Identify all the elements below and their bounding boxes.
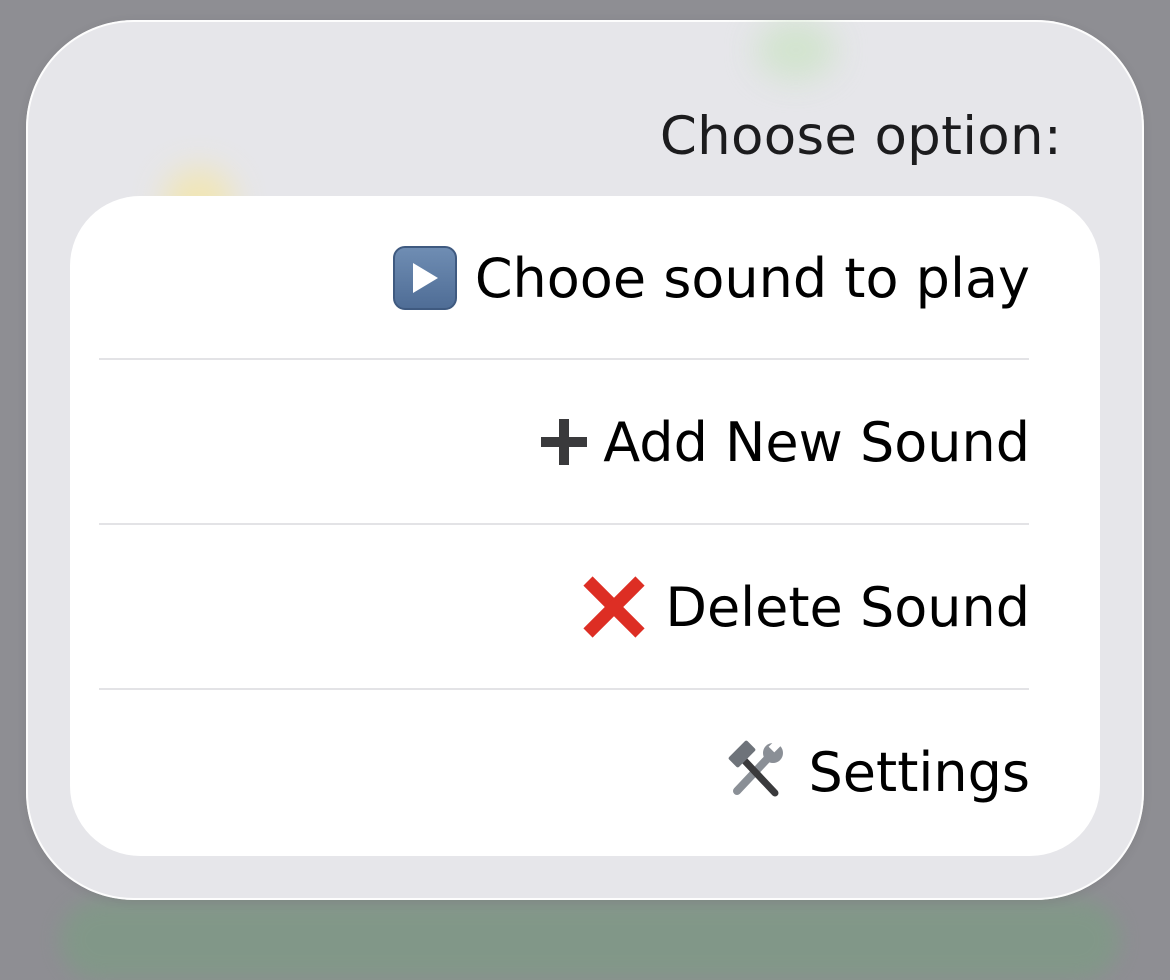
option-label: Add New Sound	[603, 410, 1030, 474]
option-choose-sound[interactable]: Chooe sound to play	[70, 196, 1100, 360]
option-label: Delete Sound	[665, 575, 1030, 639]
background-blurred-bar	[60, 900, 1120, 980]
sheet-title: Choose option:	[659, 106, 1062, 167]
play-button-icon	[392, 246, 457, 310]
hammer-and-wrench-icon	[723, 739, 789, 805]
option-add-new-sound[interactable]: Add New Sound	[70, 360, 1100, 524]
option-label: Settings	[808, 740, 1030, 804]
option-settings[interactable]: Settings	[70, 690, 1100, 854]
option-label: Chooe sound to play	[474, 246, 1030, 310]
options-card: Chooe sound to play Add New Sound Delete…	[70, 196, 1100, 856]
blurred-green-shape	[756, 20, 836, 80]
option-delete-sound[interactable]: Delete Sound	[70, 525, 1100, 689]
plus-icon	[539, 417, 589, 467]
action-sheet: Choose option: Chooe sound to play Add N…	[26, 20, 1144, 900]
cross-mark-icon	[581, 574, 647, 640]
